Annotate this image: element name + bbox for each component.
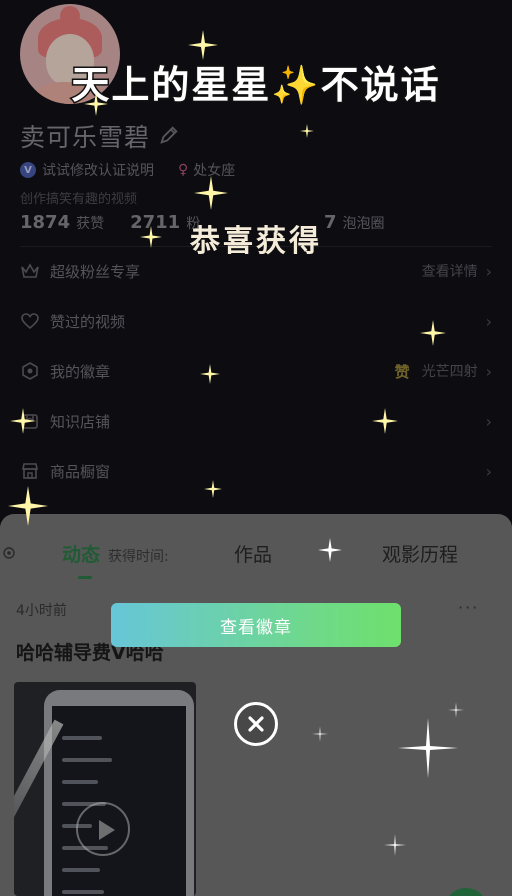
post-thumbnail[interactable]	[14, 682, 196, 896]
phone-screen	[52, 706, 186, 896]
sparkle-icon	[312, 726, 328, 742]
menu-item-my-badges[interactable]: 我的徽章 赞 光芒四射 ›	[20, 351, 492, 391]
menu-item-shop-window[interactable]: 商品橱窗 ›	[20, 451, 492, 491]
medal-mini-icon: 赞	[394, 362, 410, 381]
phone-image	[44, 690, 194, 896]
sparkle-icon	[140, 226, 162, 248]
menu-label: 商品橱窗	[50, 462, 111, 481]
heart-icon	[20, 311, 40, 331]
obtain-time-label: 获得时间:	[108, 549, 169, 565]
menu-label: 超级粉丝专享	[50, 262, 141, 281]
banner-title: 天上的星星✨不说话	[70, 62, 441, 109]
tab-works[interactable]: 作品	[234, 540, 272, 567]
congrats-text: 恭喜获得	[190, 224, 322, 259]
bio: 创作搞笑有趣的视频	[20, 192, 138, 207]
chevron-right-icon: ›	[485, 261, 492, 281]
view-badge-button[interactable]: 查看徽章	[111, 603, 401, 647]
username: 卖可乐雪碧	[20, 123, 151, 152]
sparkle-icon	[372, 408, 398, 434]
verify-row[interactable]: V 试试修改认证说明	[20, 160, 154, 180]
chevron-right-icon: ›	[485, 361, 492, 381]
sparkle-icon	[194, 176, 228, 210]
menu-label: 我的徽章	[50, 362, 111, 381]
sparkle-icon	[420, 320, 446, 346]
badge-icon	[20, 361, 40, 381]
more-icon[interactable]: ···	[458, 598, 479, 617]
verify-text: 试试修改认证说明	[42, 163, 154, 179]
menu-right-text: 查看详情	[421, 264, 478, 280]
menu-item-knowledge-store[interactable]: 知识店铺 ›	[20, 401, 492, 441]
shop-window-icon	[20, 461, 40, 481]
settings-icon[interactable]	[2, 546, 16, 560]
menu-right-text: 光芒四射	[421, 364, 478, 380]
tab-dynamic[interactable]: 动态	[62, 540, 100, 567]
menu-right: ›	[478, 462, 492, 481]
close-icon	[248, 716, 264, 732]
screen-row	[62, 868, 100, 872]
menu-right: ›	[478, 312, 492, 331]
menu-label: 知识店铺	[50, 412, 111, 431]
chevron-right-icon: ›	[485, 411, 492, 431]
sparkle-icon	[204, 480, 222, 498]
screen-row	[62, 736, 102, 740]
sparkle-icon	[448, 702, 464, 718]
chevron-right-icon: ›	[485, 311, 492, 331]
verified-icon: V	[20, 162, 36, 178]
sparkle-icon	[84, 92, 108, 116]
sparkle-icon	[200, 364, 220, 384]
menu-right: 查看详情 ›	[422, 261, 492, 281]
chevron-right-icon: ›	[485, 461, 492, 481]
sparkle-icon	[384, 834, 406, 856]
menu-right: 赞 光芒四射 ›	[395, 361, 492, 382]
close-button[interactable]	[234, 702, 278, 746]
post-time: 4小时前	[16, 603, 67, 619]
screen-row	[62, 758, 112, 762]
sparkle-icon	[8, 486, 48, 526]
menu-right: ›	[478, 412, 492, 431]
pencil-icon[interactable]	[158, 124, 180, 146]
screen-row	[62, 780, 98, 784]
female-icon: ♀	[178, 162, 189, 178]
sparkle-icon	[10, 408, 36, 434]
sparkle-icon	[318, 538, 342, 562]
screen-row	[62, 890, 104, 894]
tab-active-indicator	[78, 576, 92, 579]
play-icon[interactable]	[76, 802, 130, 856]
menu-label: 赞过的视频	[50, 312, 126, 331]
crown-icon	[20, 261, 40, 281]
tab-watch-history[interactable]: 观影历程	[382, 540, 458, 567]
sparkle-icon	[188, 30, 218, 60]
sparkle-icon	[300, 124, 314, 138]
sparkle-icon	[398, 718, 458, 778]
